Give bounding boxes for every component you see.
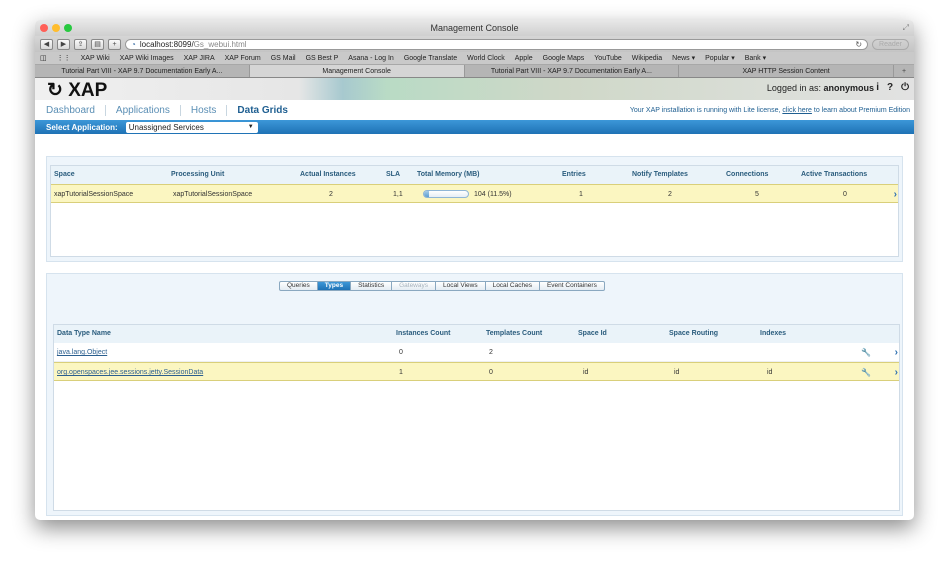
bookmark-item[interactable]: Asana - Log In xyxy=(348,55,394,62)
bookmark-item[interactable]: YouTube xyxy=(594,55,622,62)
tab-types[interactable]: Types xyxy=(317,281,352,291)
minimize-window-button[interactable] xyxy=(52,24,60,32)
bookmark-item[interactable]: Wikipedia xyxy=(632,55,662,62)
space-row[interactable]: xapTutorialSessionSpace xapTutorialSessi… xyxy=(51,184,898,203)
bookmark-item[interactable]: Google Translate xyxy=(404,55,457,62)
address-bar[interactable]: ◔ localhost:8099/Gs_webui.html ↻ xyxy=(125,38,869,50)
nav-dashboard[interactable]: Dashboard xyxy=(46,104,106,116)
reader-button[interactable]: Reader xyxy=(872,38,909,50)
types-pane: Queries Types Statistics Gateways Local … xyxy=(46,273,903,516)
types-header: Data Type Name Instances Count Templates… xyxy=(54,325,899,343)
tab-event-containers[interactable]: Event Containers xyxy=(539,281,605,291)
main-nav: Dashboard Applications Hosts Data Grids … xyxy=(35,100,914,120)
login-status: Logged in as: anonymous xyxy=(766,83,874,93)
app-header: ↻ XAP Logged in as: anonymous i ? ⏻ xyxy=(35,78,914,101)
power-icon[interactable]: ⏻ xyxy=(901,82,909,93)
zoom-window-button[interactable] xyxy=(64,24,72,32)
type-row[interactable]: org.openspaces.jee.sessions.jetty.Sessio… xyxy=(54,362,899,381)
browser-tabs: Tutorial Part VIII - XAP 9.7 Documentati… xyxy=(35,65,914,78)
license-link[interactable]: click here xyxy=(782,107,812,114)
info-icon[interactable]: i xyxy=(876,82,879,93)
expand-chevron-icon[interactable]: › xyxy=(895,363,898,382)
application-select[interactable]: Unassigned Services ▼ xyxy=(125,121,258,133)
bookmark-item[interactable]: XAP JIRA xyxy=(184,55,215,62)
bookmark-item[interactable]: Popular ▾ xyxy=(705,54,735,62)
memory-bar xyxy=(423,190,469,198)
type-name-link[interactable]: java.lang.Object xyxy=(57,343,107,362)
reading-list-icon[interactable]: ▤ xyxy=(91,38,104,50)
xap-logo: ↻ XAP xyxy=(47,80,108,101)
select-application-label: Select Application: xyxy=(46,122,118,132)
bookmark-item[interactable]: GS Mail xyxy=(271,55,296,62)
help-icon[interactable]: ? xyxy=(887,82,893,93)
bookmark-item[interactable]: Bank ▾ xyxy=(745,54,766,62)
bookmark-item[interactable]: Google Maps xyxy=(543,55,585,62)
browser-window: Management Console ⤢ ◀ ▶ ⇪ ▤ + ◔ localho… xyxy=(35,20,914,520)
reload-icon[interactable]: ↻ xyxy=(855,40,862,49)
dropdown-arrow-icon: ▼ xyxy=(247,123,254,130)
nav-data-grids[interactable]: Data Grids xyxy=(227,105,298,116)
expand-chevron-icon[interactable]: › xyxy=(894,185,897,204)
spaces-table: Space Processing Unit Actual Instances S… xyxy=(50,165,899,257)
application-bar: Select Application: Unassigned Services ▼ xyxy=(35,120,914,134)
fullscreen-icon[interactable]: ⤢ xyxy=(903,20,909,36)
add-tab-icon[interactable]: + xyxy=(894,65,914,77)
memory-fill xyxy=(424,191,430,197)
bookmark-item[interactable]: XAP Forum xyxy=(225,55,261,62)
nav-hosts[interactable]: Hosts xyxy=(181,104,228,116)
subtab-bar: Queries Types Statistics Gateways Local … xyxy=(279,281,605,291)
bookmark-item[interactable]: Apple xyxy=(515,55,533,62)
license-notice: Your XAP installation is running with Li… xyxy=(629,106,910,114)
book-icon[interactable]: ◫ xyxy=(40,54,47,62)
bookmark-item[interactable]: XAP Wiki Images xyxy=(120,55,174,62)
bookmark-item[interactable]: XAP Wiki xyxy=(81,55,110,62)
new-tab-plus-icon[interactable]: + xyxy=(108,38,121,50)
expand-chevron-icon[interactable]: › xyxy=(895,343,898,362)
types-table: Data Type Name Instances Count Templates… xyxy=(53,324,900,511)
browser-tab-active[interactable]: Management Console xyxy=(249,65,465,77)
close-window-button[interactable] xyxy=(40,24,48,32)
spaces-pane: Space Processing Unit Actual Instances S… xyxy=(46,156,903,262)
share-icon[interactable]: ⇪ xyxy=(74,38,87,50)
browser-toolbar: ◀ ▶ ⇪ ▤ + ◔ localhost:8099/Gs_webui.html… xyxy=(35,36,914,52)
tab-local-views[interactable]: Local Views xyxy=(436,281,486,291)
title-bar: Management Console ⤢ xyxy=(35,20,914,36)
bookmark-item[interactable]: News ▾ xyxy=(672,54,695,62)
url-path: Gs_webui.html xyxy=(193,39,247,49)
nav-applications[interactable]: Applications xyxy=(106,104,181,116)
bookmark-item[interactable]: World Clock xyxy=(467,55,505,62)
browser-tab[interactable]: Tutorial Part VIII - XAP 9.7 Documentati… xyxy=(35,65,250,77)
bookmark-item[interactable]: GS Best P xyxy=(306,55,339,62)
forward-button[interactable]: ▶ xyxy=(57,38,70,50)
type-name-link[interactable]: org.openspaces.jee.sessions.jetty.Sessio… xyxy=(57,363,203,382)
tab-local-caches[interactable]: Local Caches xyxy=(485,281,540,291)
bookmarks-bar: ◫ ⋮⋮ XAP Wiki XAP Wiki Images XAP JIRA X… xyxy=(35,52,914,65)
type-row[interactable]: java.lang.Object 0 2 🔧 › xyxy=(54,343,899,362)
tab-queries[interactable]: Queries xyxy=(279,281,318,291)
tab-gateways: Gateways xyxy=(392,281,436,291)
logo-swirl-icon: ↻ xyxy=(47,80,63,101)
username: anonymous xyxy=(823,83,874,93)
browser-tab[interactable]: Tutorial Part VIII - XAP 9.7 Documentati… xyxy=(465,65,680,77)
window-title: Management Console xyxy=(430,23,519,33)
spaces-header: Space Processing Unit Actual Instances S… xyxy=(51,166,898,184)
tab-statistics[interactable]: Statistics xyxy=(351,281,393,291)
browser-tab[interactable]: XAP HTTP Session Content xyxy=(679,65,894,77)
edit-wrench-icon[interactable]: 🔧 xyxy=(861,363,871,382)
globe-icon: ◔ xyxy=(131,39,136,49)
window-controls xyxy=(40,24,72,32)
url-host: localhost:8099/ xyxy=(139,39,194,49)
grid-icon[interactable]: ⋮⋮ xyxy=(57,54,71,62)
back-button[interactable]: ◀ xyxy=(40,38,53,50)
edit-wrench-icon[interactable]: 🔧 xyxy=(861,343,871,362)
